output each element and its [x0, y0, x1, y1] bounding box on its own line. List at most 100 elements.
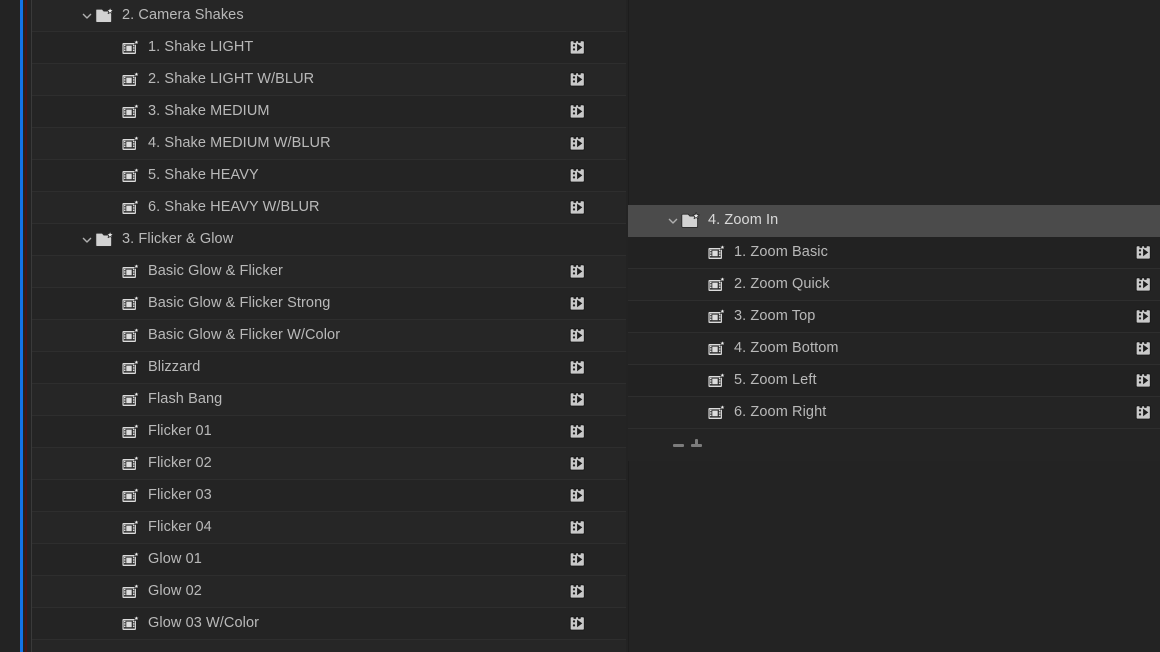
animation-preset-icon[interactable] [569, 512, 586, 543]
tree-item-row[interactable]: 6. Zoom Right [628, 397, 1160, 429]
preset-star-icon [706, 243, 728, 263]
tree-item-row[interactable]: 1. Shake LIGHT [32, 32, 626, 64]
preset-star-icon [706, 403, 728, 423]
row-content: 6. Shake HEAVY W/BLUR [32, 198, 320, 218]
tree-item-row[interactable]: 3. Shake MEDIUM [32, 96, 626, 128]
row-content: Basic Glow & Flicker [32, 262, 283, 282]
animation-preset-icon[interactable] [569, 384, 586, 415]
tree-item-row[interactable]: 1. Zoom Basic [628, 237, 1160, 269]
red-marker-line [25, 0, 27, 652]
marker-group [673, 439, 702, 447]
animation-preset-icon[interactable] [1135, 397, 1152, 428]
animation-preset-icon[interactable] [569, 576, 586, 607]
preset-label: Glow 02 [148, 583, 202, 600]
tree-item-row[interactable]: Basic Glow & Flicker Strong [32, 288, 626, 320]
tree-item-row[interactable]: Glow 02 [32, 576, 626, 608]
folder-label: 3. Flicker & Glow [122, 231, 234, 248]
row-content: 3. Shake MEDIUM [32, 102, 270, 122]
plus-marker-icon[interactable] [691, 439, 702, 447]
row-content: 5. Zoom Left [628, 371, 817, 391]
tree-item-row[interactable]: Flicker 01 [32, 416, 626, 448]
animation-preset-icon[interactable] [569, 288, 586, 319]
preset-star-icon [120, 38, 142, 58]
animation-preset-icon[interactable] [569, 448, 586, 479]
chevron-down-icon[interactable] [666, 214, 680, 228]
row-content: 2. Camera Shakes [32, 6, 244, 26]
tree-item-row[interactable]: Flicker 02 [32, 448, 626, 480]
preset-label: Basic Glow & Flicker [148, 263, 283, 280]
folder-label: 2. Camera Shakes [122, 7, 244, 24]
tree-item-row[interactable]: 6. Shake HEAVY W/BLUR [32, 192, 626, 224]
tree-item-row[interactable]: Basic Glow & Flicker W/Color [32, 320, 626, 352]
tree-item-row[interactable]: 5. Shake HEAVY [32, 160, 626, 192]
animation-preset-icon[interactable] [569, 320, 586, 351]
tree-item-row[interactable]: 2. Zoom Quick [628, 269, 1160, 301]
animation-preset-icon[interactable] [569, 416, 586, 447]
tree-item-row[interactable]: Flash Bang [32, 384, 626, 416]
animation-preset-icon[interactable] [1135, 269, 1152, 300]
preset-star-icon [120, 486, 142, 506]
preset-star-icon [120, 550, 142, 570]
preset-star-icon [120, 422, 142, 442]
tree-item-row[interactable]: Flicker 03 [32, 480, 626, 512]
effects-presets-panel[interactable]: 2. Camera Shakes 1. Shake LIGHT 2. Shake L… [32, 0, 626, 652]
tree-item-row[interactable]: 2. Shake LIGHT W/BLUR [32, 64, 626, 96]
animation-preset-icon[interactable] [569, 608, 586, 639]
tree-item-row[interactable]: Glow 03 W/Color [32, 608, 626, 640]
animation-preset-icon[interactable] [569, 160, 586, 191]
row-content: Basic Glow & Flicker W/Color [32, 326, 340, 346]
minus-marker-icon[interactable] [673, 444, 684, 447]
preset-label: Flicker 02 [148, 455, 212, 472]
row-content: 1. Zoom Basic [628, 243, 828, 263]
tree-folder-row[interactable]: 2. Camera Shakes [32, 0, 626, 32]
preset-label: 6. Zoom Right [734, 404, 827, 421]
chevron-down-icon[interactable] [80, 9, 94, 23]
preset-star-icon [706, 275, 728, 295]
tree-item-row[interactable]: Glow 01 [32, 544, 626, 576]
animation-preset-icon[interactable] [569, 352, 586, 383]
tree-folder-row[interactable]: 4. Zoom In [628, 205, 1160, 237]
animation-preset-icon[interactable] [569, 32, 586, 63]
zoom-in-popup-panel[interactable]: 4. Zoom In 1. Zoom Basic 2. Zoom Quick 3. Z… [628, 0, 1160, 652]
tree-item-row[interactable]: 5. Zoom Left [628, 365, 1160, 397]
blue-marker-line [20, 0, 23, 652]
animation-preset-icon[interactable] [569, 480, 586, 511]
tree-item-row[interactable]: Blizzard [32, 352, 626, 384]
preset-star-icon [706, 307, 728, 327]
row-content: 4. Zoom Bottom [628, 339, 839, 359]
animation-preset-icon[interactable] [1135, 333, 1152, 364]
row-content: 4. Zoom In [628, 211, 778, 231]
animation-preset-icon[interactable] [569, 192, 586, 223]
tree-item-row[interactable]: Basic Glow & Flicker [32, 256, 626, 288]
tree-item-row[interactable]: Flicker 04 [32, 512, 626, 544]
tree-item-row[interactable]: 4. Zoom Bottom [628, 333, 1160, 365]
preset-label: Blizzard [148, 359, 201, 376]
animation-preset-icon[interactable] [569, 256, 586, 287]
animation-preset-icon[interactable] [569, 544, 586, 575]
preset-star-icon [120, 134, 142, 154]
animation-preset-icon[interactable] [569, 64, 586, 95]
effects-panel-window: 2. Camera Shakes 1. Shake LIGHT 2. Shake L… [0, 0, 1160, 652]
row-content: 2. Shake LIGHT W/BLUR [32, 70, 314, 90]
preset-label: 4. Zoom Bottom [734, 340, 839, 357]
preset-label: Flash Bang [148, 391, 223, 408]
folder-star-icon [94, 230, 116, 250]
preset-star-icon [120, 582, 142, 602]
animation-preset-icon[interactable] [1135, 301, 1152, 332]
animation-preset-icon[interactable] [1135, 237, 1152, 268]
animation-preset-icon[interactable] [1135, 365, 1152, 396]
tree-item-row[interactable]: 4. Shake MEDIUM W/BLUR [32, 128, 626, 160]
preset-star-icon [120, 70, 142, 90]
tree-item-row[interactable]: 3. Zoom Top [628, 301, 1160, 333]
left-gutter [0, 0, 32, 652]
preset-star-icon [120, 390, 142, 410]
row-content: 3. Flicker & Glow [32, 230, 233, 250]
tree-folder-row[interactable]: 3. Flicker & Glow [32, 224, 626, 256]
animation-preset-icon[interactable] [569, 128, 586, 159]
row-content: 4. Shake MEDIUM W/BLUR [32, 134, 331, 154]
preset-star-icon [706, 371, 728, 391]
popup-footer-marks [628, 429, 1160, 461]
chevron-down-icon[interactable] [80, 233, 94, 247]
row-content: Glow 02 [32, 582, 202, 602]
animation-preset-icon[interactable] [569, 96, 586, 127]
